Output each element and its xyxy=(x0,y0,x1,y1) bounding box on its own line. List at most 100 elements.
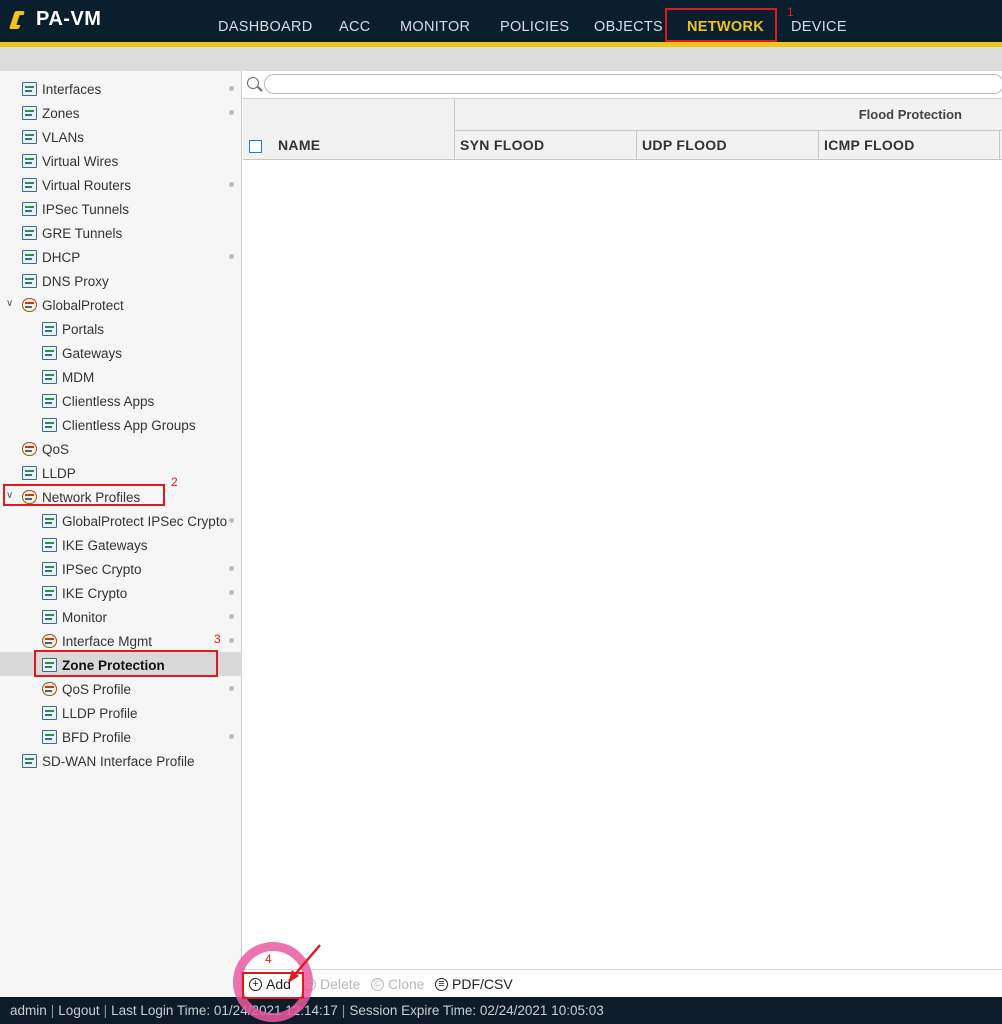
sd-wan-interface-profile-icon xyxy=(22,754,37,768)
sidebar-item-dhcp[interactable]: DHCP xyxy=(22,246,80,268)
table-header: Flood Protection NAME SYN FLOOD UDP FLOO… xyxy=(243,99,1002,160)
clientless-app-groups-icon xyxy=(42,418,57,432)
logout-link[interactable]: Logout xyxy=(58,1003,99,1018)
search-icon[interactable] xyxy=(247,77,259,89)
column-header-icmp-flood[interactable]: ICMP FLOOD xyxy=(818,131,1000,160)
flood-protection-group-header: Flood Protection xyxy=(454,99,1002,131)
tab-monitor[interactable]: MONITOR xyxy=(400,19,470,35)
action-toolbar: + Add − Delete © Clone ≡ PDF/CSV xyxy=(243,969,1002,997)
annotation-number-2: 2 xyxy=(171,475,178,489)
pdf-csv-button[interactable]: ≡ PDF/CSV xyxy=(435,976,513,992)
sidebar-item-vlans[interactable]: VLANs xyxy=(22,126,84,148)
sidebar-item-mdm[interactable]: MDM xyxy=(42,366,94,388)
virtual-wires-icon xyxy=(22,154,37,168)
sidebar-item-monitor[interactable]: Monitor xyxy=(42,606,107,628)
qos-profile-icon xyxy=(42,682,57,696)
bfd-profile-icon xyxy=(42,730,57,744)
dns-proxy-icon xyxy=(22,274,37,288)
ike-crypto-icon xyxy=(42,586,57,600)
annotation-number-4: 4 xyxy=(265,952,272,966)
dhcp-icon xyxy=(22,250,37,264)
status-dot xyxy=(229,254,234,259)
sidebar-item-lldp-profile[interactable]: LLDP Profile xyxy=(42,702,138,724)
sidebar-item-qos-profile[interactable]: QoS Profile xyxy=(42,678,131,700)
sidebar-item-clientless-apps[interactable]: Clientless Apps xyxy=(42,390,154,412)
session-expire-time: Session Expire Time: 02/24/2021 10:05:03 xyxy=(349,1003,604,1018)
sidebar-item-interface-mgmt[interactable]: Interface Mgmt xyxy=(42,630,152,652)
sidebar-item-ipsec-tunnels[interactable]: IPSec Tunnels xyxy=(22,198,129,220)
gre-tunnels-icon xyxy=(22,226,37,240)
status-dot xyxy=(229,590,234,595)
interface-mgmt-icon xyxy=(42,634,57,648)
clone-button[interactable]: © Clone xyxy=(371,976,425,992)
main-panel: Flood Protection NAME SYN FLOOD UDP FLOO… xyxy=(243,71,1002,997)
sidebar-item-ike-gateways[interactable]: IKE Gateways xyxy=(42,534,148,556)
sidebar-item-portals[interactable]: Portals xyxy=(42,318,104,340)
column-header-name[interactable]: NAME xyxy=(243,131,454,160)
zones-icon xyxy=(22,106,37,120)
annotation-number-3: 3 xyxy=(214,632,221,646)
sidebar-item-ipsec-crypto[interactable]: IPSec Crypto xyxy=(42,558,142,580)
tab-device[interactable]: DEVICE xyxy=(791,19,847,35)
annotation-box-add xyxy=(242,972,304,999)
column-header-syn-flood[interactable]: SYN FLOOD xyxy=(454,131,636,160)
document-icon: ≡ xyxy=(435,977,448,991)
annotation-number-1: 1 xyxy=(787,5,794,19)
status-dot xyxy=(229,734,234,739)
lldp-icon xyxy=(22,466,37,480)
status-dot xyxy=(229,86,234,91)
ike-gateways-icon xyxy=(42,538,57,552)
clone-icon: © xyxy=(371,977,384,991)
tab-objects[interactable]: OBJECTS xyxy=(594,19,663,35)
search-input[interactable] xyxy=(264,74,1002,94)
gateways-icon xyxy=(42,346,57,360)
tab-acc[interactable]: ACC xyxy=(339,19,371,35)
status-dot xyxy=(229,566,234,571)
paloalto-logo-icon xyxy=(9,9,30,31)
sidebar-item-zones[interactable]: Zones xyxy=(22,102,80,124)
sidebar-item-globalprotect[interactable]: GlobalProtect xyxy=(22,294,124,316)
lldp-profile-icon xyxy=(42,706,57,720)
status-bar: admin | Logout | Last Login Time: 01/24/… xyxy=(0,997,1002,1024)
clientless-apps-icon xyxy=(42,394,57,408)
monitor-icon xyxy=(42,610,57,624)
status-dot xyxy=(229,110,234,115)
sidebar-item-qos[interactable]: QoS xyxy=(22,438,69,460)
sidebar-item-virtual-wires[interactable]: Virtual Wires xyxy=(22,150,118,172)
annotation-box-zone-protection xyxy=(34,650,218,677)
annotation-box-network xyxy=(665,8,777,42)
annotation-box-network-profiles xyxy=(3,484,165,506)
sidebar-item-sd-wan-interface-profile[interactable]: SD-WAN Interface Profile xyxy=(22,750,195,772)
status-dot xyxy=(229,686,234,691)
sub-toolbar xyxy=(0,47,1002,71)
logo: PA-VM xyxy=(9,8,101,31)
vlans-icon xyxy=(22,130,37,144)
sidebar-item-globalprotect-ipsec-crypto[interactable]: GlobalProtect IPSec Crypto xyxy=(42,510,227,532)
sidebar-item-interfaces[interactable]: Interfaces xyxy=(22,78,101,100)
mdm-icon xyxy=(42,370,57,384)
status-user: admin xyxy=(10,1003,47,1018)
sidebar-item-dns-proxy[interactable]: DNS Proxy xyxy=(22,270,109,292)
column-header-udp-flood[interactable]: UDP FLOOD xyxy=(636,131,818,160)
status-dot xyxy=(229,182,234,187)
sidebar-item-virtual-routers[interactable]: Virtual Routers xyxy=(22,174,131,196)
sidebar-item-gateways[interactable]: Gateways xyxy=(42,342,122,364)
tab-dashboard[interactable]: DASHBOARD xyxy=(218,19,313,35)
sidebar-item-ike-crypto[interactable]: IKE Crypto xyxy=(42,582,127,604)
interfaces-icon xyxy=(22,82,37,96)
sidebar-item-bfd-profile[interactable]: BFD Profile xyxy=(42,726,131,748)
status-dot xyxy=(229,614,234,619)
globalprotect-ipsec-crypto-icon xyxy=(42,514,57,528)
globalprotect-icon xyxy=(22,298,37,312)
ipsec-tunnels-icon xyxy=(22,202,37,216)
sidebar-item-gre-tunnels[interactable]: GRE Tunnels xyxy=(22,222,122,244)
tab-policies[interactable]: POLICIES xyxy=(500,19,569,35)
status-dot xyxy=(229,638,234,643)
status-dot xyxy=(229,518,234,523)
ipsec-crypto-icon xyxy=(42,562,57,576)
sidebar-item-lldp[interactable]: LLDP xyxy=(22,462,76,484)
top-nav-bar: PA-VM DASHBOARD ACC MONITOR POLICIES OBJ… xyxy=(0,0,1002,42)
collapse-chevron-icon[interactable]: ∨ xyxy=(6,298,13,309)
portals-icon xyxy=(42,322,57,336)
sidebar-item-clientless-app-groups[interactable]: Clientless App Groups xyxy=(42,414,196,436)
